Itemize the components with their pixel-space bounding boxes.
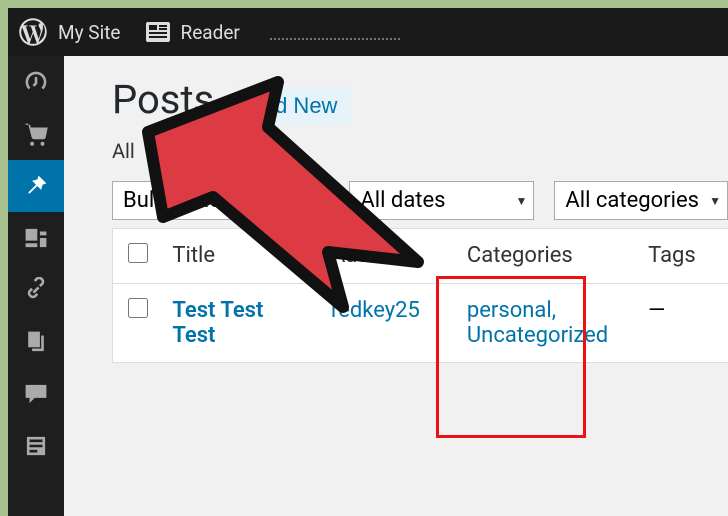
my-site-link[interactable]: My Site	[58, 21, 120, 44]
row-checkbox[interactable]	[128, 298, 148, 318]
bulk-actions-select[interactable]: Bulk Actions ▼	[112, 181, 274, 220]
status-filter-row: All	[112, 139, 728, 163]
col-header-tags[interactable]: Tags	[638, 229, 728, 284]
posts-table: Title Author Categories Tags Test Test T…	[112, 228, 728, 363]
cart-icon	[23, 121, 49, 147]
sidebar-item-feedback[interactable]	[8, 420, 64, 472]
reader-link[interactable]: Reader	[180, 21, 239, 44]
dates-label: All dates	[360, 188, 445, 213]
dates-select[interactable]: All dates ▼	[349, 181, 534, 220]
add-new-button[interactable]: Add New	[234, 87, 351, 125]
media-icon	[23, 225, 49, 251]
page-title: Posts	[112, 76, 214, 123]
admin-sidebar	[8, 56, 64, 516]
dotted-divider	[270, 38, 400, 40]
categories-select[interactable]: All categories ▼	[554, 181, 728, 220]
post-author-link[interactable]: redkey25	[331, 298, 420, 323]
chevron-down-icon: ▼	[255, 194, 267, 208]
select-all-checkbox[interactable]	[128, 243, 148, 263]
content-area: Posts Add New All Bulk Actions ▼ All dat…	[64, 56, 728, 516]
sidebar-item-pages[interactable]	[8, 316, 64, 368]
sidebar-item-comments[interactable]	[8, 368, 64, 420]
sidebar-item-posts[interactable]	[8, 160, 64, 212]
post-tags-cell: —	[638, 284, 728, 363]
sidebar-item-links[interactable]	[8, 264, 64, 316]
form-icon	[23, 433, 49, 459]
status-all[interactable]: All	[112, 139, 135, 163]
post-title-link[interactable]: Test Test Test	[172, 298, 263, 348]
sidebar-item-media[interactable]	[8, 212, 64, 264]
bulk-actions-label: Bulk Actions	[123, 188, 245, 213]
pages-icon	[23, 329, 49, 355]
wordpress-logo-icon[interactable]	[18, 17, 48, 47]
sidebar-item-dashboard[interactable]	[8, 56, 64, 108]
link-icon	[23, 277, 49, 303]
col-header-title[interactable]: Title	[162, 229, 321, 284]
pin-icon	[23, 173, 49, 199]
chevron-down-icon: ▼	[516, 194, 528, 208]
chevron-down-icon: ▼	[709, 194, 721, 208]
admin-top-bar: My Site Reader	[8, 8, 728, 56]
reader-icon	[146, 22, 170, 42]
col-header-author[interactable]: Author	[321, 229, 457, 284]
sidebar-item-store[interactable]	[8, 108, 64, 160]
col-header-categories[interactable]: Categories	[457, 229, 638, 284]
dashboard-icon	[23, 69, 49, 95]
categories-filter-label: All categories	[565, 188, 699, 213]
table-row: Test Test Test redkey25 personal, Uncate…	[113, 284, 728, 363]
comment-icon	[23, 381, 49, 407]
post-categories-link[interactable]: personal, Uncategorized	[467, 298, 608, 348]
